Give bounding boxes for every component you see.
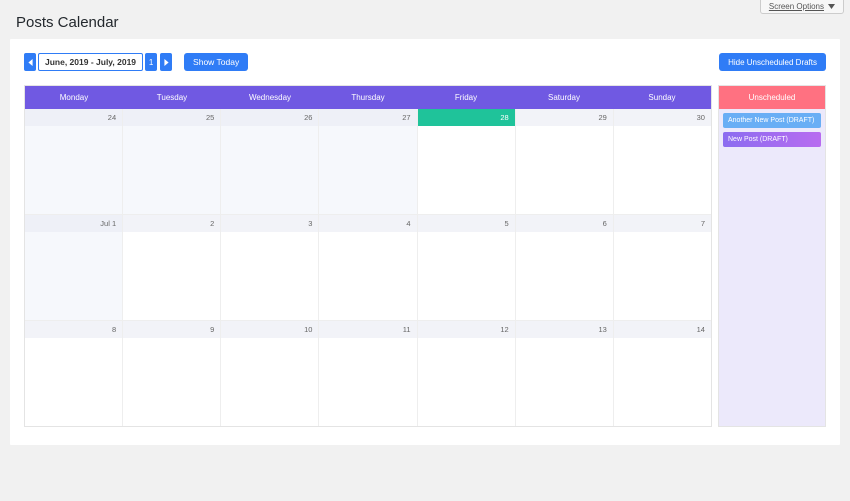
day-body <box>418 126 515 214</box>
show-today-button[interactable]: Show Today <box>184 53 248 71</box>
chevron-left-icon <box>28 59 33 66</box>
day-cell[interactable]: 2 <box>123 215 221 320</box>
day-body <box>516 126 613 214</box>
unscheduled-panel: Unscheduled Another New Post (DRAFT) New … <box>718 85 826 427</box>
day-number: 30 <box>614 109 711 126</box>
day-body <box>516 338 613 426</box>
day-number: 10 <box>221 321 318 338</box>
day-body <box>123 338 220 426</box>
day-cell[interactable]: 30 <box>614 109 711 214</box>
day-cell[interactable]: 10 <box>221 321 319 426</box>
day-number: Jul 1 <box>25 215 122 232</box>
day-header-row: MondayTuesdayWednesdayThursdayFridaySatu… <box>25 86 711 109</box>
day-cell[interactable]: 27 <box>319 109 417 214</box>
day-cell[interactable]: 24 <box>25 109 123 214</box>
day-number: 14 <box>614 321 711 338</box>
day-number: 13 <box>516 321 613 338</box>
week-row: 24252627282930 <box>25 109 711 214</box>
day-body <box>25 338 122 426</box>
day-number: 8 <box>25 321 122 338</box>
calendar-card: June, 2019 - July, 2019 1 Show Today Hid… <box>10 39 840 445</box>
day-number: 24 <box>25 109 122 126</box>
day-body <box>319 126 416 214</box>
day-header: Wednesday <box>221 86 319 109</box>
unscheduled-header: Unscheduled <box>719 86 825 109</box>
day-number: 29 <box>516 109 613 126</box>
day-cell[interactable]: Jul 1 <box>25 215 123 320</box>
day-body <box>25 126 122 214</box>
day-body <box>221 126 318 214</box>
day-cell[interactable]: 25 <box>123 109 221 214</box>
chevron-right-icon <box>164 59 169 66</box>
day-header: Monday <box>25 86 123 109</box>
day-header: Thursday <box>319 86 417 109</box>
next-button[interactable] <box>160 53 172 71</box>
day-number: 7 <box>614 215 711 232</box>
hide-unscheduled-button[interactable]: Hide Unscheduled Drafts <box>719 53 826 71</box>
week-row: 891011121314 <box>25 320 711 426</box>
day-cell[interactable]: 5 <box>418 215 516 320</box>
day-cell[interactable]: 7 <box>614 215 711 320</box>
day-body <box>516 232 613 320</box>
day-cell[interactable]: 8 <box>25 321 123 426</box>
day-header: Tuesday <box>123 86 221 109</box>
unscheduled-body: Another New Post (DRAFT) New Post (DRAFT) <box>719 109 825 426</box>
day-cell[interactable]: 6 <box>516 215 614 320</box>
day-body <box>25 232 122 320</box>
day-cell[interactable]: 28 <box>418 109 516 214</box>
weeks-count-button[interactable]: 1 <box>145 53 157 71</box>
toolbar: June, 2019 - July, 2019 1 Show Today Hid… <box>24 53 826 71</box>
day-cell[interactable]: 9 <box>123 321 221 426</box>
day-header: Friday <box>417 86 515 109</box>
day-body <box>319 232 416 320</box>
day-cell[interactable]: 3 <box>221 215 319 320</box>
day-header: Sunday <box>613 86 711 109</box>
day-body <box>123 126 220 214</box>
day-cell[interactable]: 14 <box>614 321 711 426</box>
screen-options-label: Screen Options <box>769 2 824 11</box>
day-body <box>418 338 515 426</box>
prev-button[interactable] <box>24 53 36 71</box>
day-number: 4 <box>319 215 416 232</box>
day-number: 5 <box>418 215 515 232</box>
day-number: 27 <box>319 109 416 126</box>
page-title: Posts Calendar <box>0 0 850 39</box>
screen-options-button[interactable]: Screen Options <box>760 0 844 14</box>
day-cell[interactable]: 26 <box>221 109 319 214</box>
week-row: Jul 1234567 <box>25 214 711 320</box>
day-number: 3 <box>221 215 318 232</box>
day-cell[interactable]: 11 <box>319 321 417 426</box>
day-number: 2 <box>123 215 220 232</box>
day-body <box>614 232 711 320</box>
day-number: 25 <box>123 109 220 126</box>
chevron-down-icon <box>828 4 835 9</box>
day-number: 11 <box>319 321 416 338</box>
date-range[interactable]: June, 2019 - July, 2019 <box>38 53 143 71</box>
day-cell[interactable]: 4 <box>319 215 417 320</box>
day-body <box>418 232 515 320</box>
day-number: 28 <box>418 109 515 126</box>
day-body <box>614 338 711 426</box>
day-number: 6 <box>516 215 613 232</box>
day-body <box>319 338 416 426</box>
day-cell[interactable]: 12 <box>418 321 516 426</box>
day-body <box>123 232 220 320</box>
day-number: 26 <box>221 109 318 126</box>
draft-item[interactable]: Another New Post (DRAFT) <box>723 113 821 128</box>
day-number: 12 <box>418 321 515 338</box>
calendar-grid: MondayTuesdayWednesdayThursdayFridaySatu… <box>24 85 712 427</box>
day-body <box>221 232 318 320</box>
day-header: Saturday <box>515 86 613 109</box>
day-body <box>221 338 318 426</box>
day-cell[interactable]: 29 <box>516 109 614 214</box>
draft-item[interactable]: New Post (DRAFT) <box>723 132 821 147</box>
day-number: 9 <box>123 321 220 338</box>
day-cell[interactable]: 13 <box>516 321 614 426</box>
day-body <box>614 126 711 214</box>
